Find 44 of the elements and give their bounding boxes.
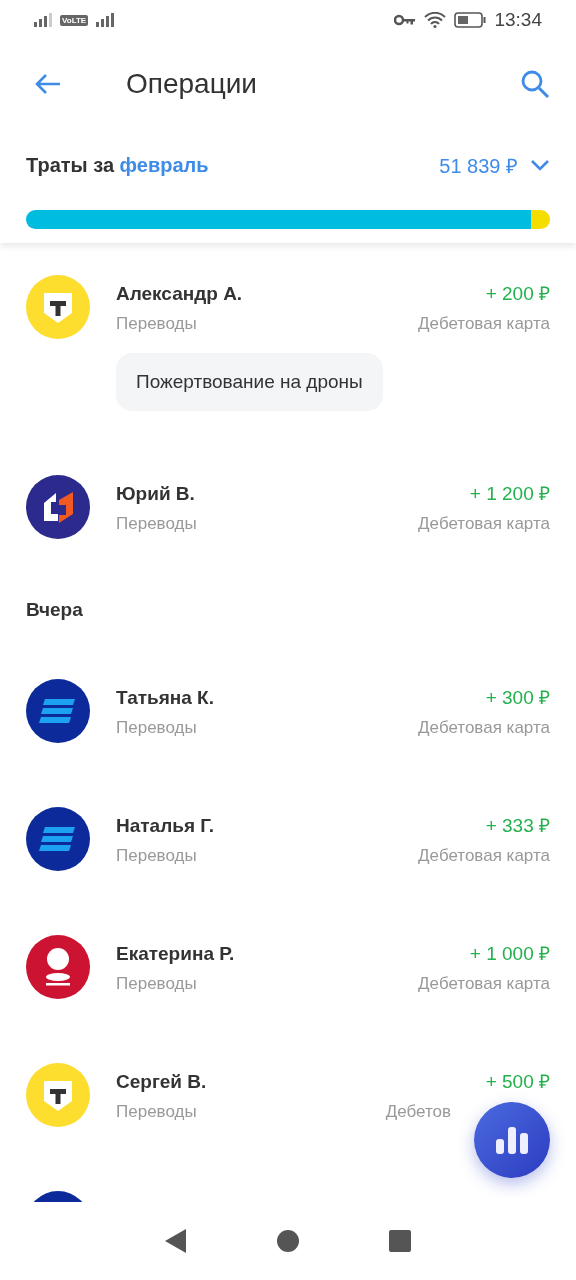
bar-chart-icon <box>495 1125 529 1155</box>
account-label: Дебетовая карта <box>418 514 550 534</box>
signal-icon <box>34 13 52 27</box>
account-label: Дебетов <box>385 1102 452 1122</box>
sender-name: Александр А. <box>116 283 243 305</box>
category-label: Переводы <box>116 514 197 534</box>
account-label: Дебетовая карта <box>418 974 550 994</box>
amount: + 1 200 ₽ <box>469 482 550 506</box>
date-heading: Вчера <box>25 598 84 622</box>
signal-icon <box>96 13 115 27</box>
account-label: Дебетовая карта <box>418 846 550 866</box>
amount: + 1 000 ₽ <box>469 942 550 966</box>
shield-logo-icon <box>26 275 90 339</box>
volte-badge: VoLTE <box>60 14 89 26</box>
category-label: Переводы <box>116 1102 197 1122</box>
analytics-button[interactable] <box>474 1102 550 1178</box>
status-time: 13:34 <box>494 9 542 31</box>
sender-name: Екатерина Р. <box>116 943 235 965</box>
bank-logo-icon <box>26 935 90 999</box>
key-icon <box>394 14 417 26</box>
spending-period-label[interactable]: Траты за февраль <box>26 153 209 177</box>
page-title: Операции <box>126 68 258 100</box>
account-label: Дебетовая карта <box>418 718 550 738</box>
amount: + 333 ₽ <box>485 814 550 838</box>
category-label: Переводы <box>116 314 197 334</box>
amount: + 200 ₽ <box>485 282 550 306</box>
category-label: Переводы <box>116 718 197 738</box>
sender-name: Юрий В. <box>116 483 195 505</box>
comment-bubble: Пожертвование на дроны <box>116 353 383 411</box>
battery-icon <box>454 12 487 28</box>
account-label: Дебетовая карта <box>418 314 550 334</box>
amount: + 300 ₽ <box>485 686 550 710</box>
sender-name: Татьяна К. <box>116 687 214 709</box>
sender-name: Наталья Г. <box>116 815 214 837</box>
category-label: Переводы <box>116 846 197 866</box>
bank-logo-icon <box>26 679 90 743</box>
chevron-down-icon <box>530 159 550 171</box>
amount: + 500 ₽ <box>485 1070 550 1094</box>
category-label: Переводы <box>116 974 197 994</box>
bank-logo-icon <box>26 475 90 539</box>
shield-logo-icon <box>26 1063 90 1127</box>
wifi-icon <box>424 12 447 28</box>
bank-logo-icon <box>26 807 90 871</box>
sender-name: Сергей В. <box>116 1071 207 1093</box>
